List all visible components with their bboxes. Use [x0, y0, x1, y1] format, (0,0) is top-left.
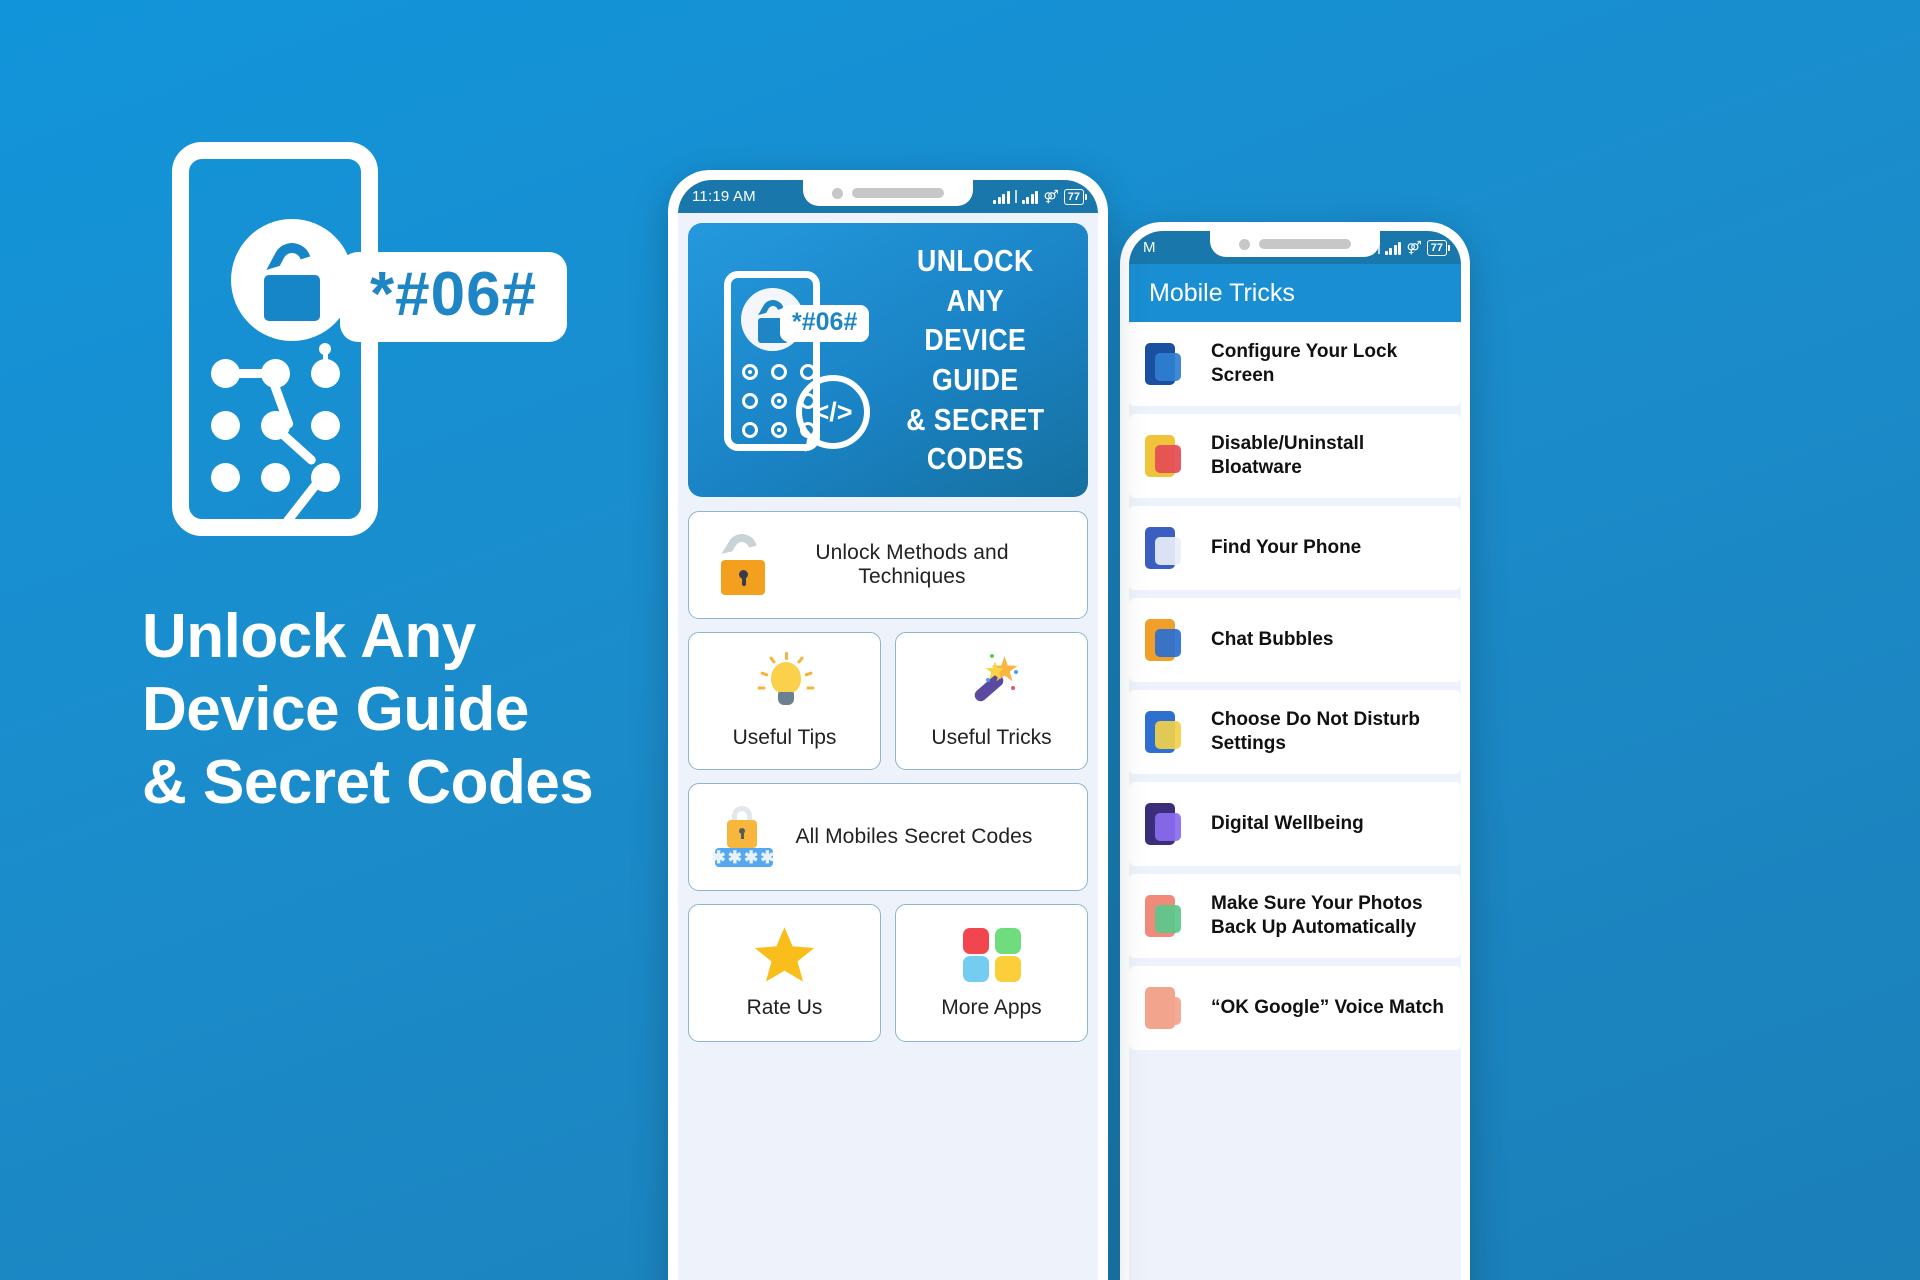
- signal-bars-icon-2: [1021, 190, 1039, 204]
- list-item[interactable]: “OK Google” Voice Match: [1129, 966, 1461, 1050]
- menu-label-useful-tips: Useful Tips: [732, 726, 837, 749]
- phone-magnifier-icon: [1139, 525, 1195, 571]
- app-grid-icon: [961, 926, 1023, 984]
- star-icon: [754, 926, 816, 984]
- hero-banner-code-bubble-icon: </>: [796, 375, 870, 449]
- promo-screenshot: *#06# Unlock Any Device Guide & Secret C…: [0, 0, 1920, 1280]
- chat-bubble-icon: [1139, 617, 1195, 663]
- list-item-label: Find Your Phone: [1211, 536, 1362, 558]
- front-camera-icon: [1239, 238, 1250, 250]
- list-item-label: Chat Bubbles: [1211, 628, 1334, 650]
- menu-row-rate-more: Rate Us More Apps: [688, 904, 1088, 1042]
- sim-card-icon: [1139, 341, 1195, 387]
- lightbulb-icon: [755, 652, 815, 714]
- menu-item-useful-tips[interactable]: Useful Tips: [688, 632, 881, 770]
- signal-bars-icon-2: [1384, 241, 1402, 255]
- menu-label-useful-tricks: Useful Tricks: [931, 726, 1052, 749]
- mobile-tricks-list[interactable]: Configure Your Lock Screen Disable/Uninst…: [1129, 322, 1461, 1050]
- battery-indicator: 77: [1063, 188, 1088, 205]
- flask-icon: ⚤: [1406, 240, 1422, 255]
- menu-item-more-apps[interactable]: More Apps: [895, 904, 1088, 1042]
- list-item-label: Configure Your Lock Screen: [1211, 340, 1398, 386]
- list-item[interactable]: Find Your Phone: [1129, 506, 1461, 590]
- background-phone-mockup: M ⚤ 77 Mobile Tricks Configure Your Lock…: [1120, 222, 1470, 1280]
- list-item[interactable]: Make Sure Your Photos Back Up Automatica…: [1129, 874, 1461, 958]
- menu-label-rate-us: Rate Us: [746, 996, 823, 1019]
- menu-item-unlock-methods[interactable]: Unlock Methods and Techniques: [688, 511, 1088, 619]
- foreground-phone-mockup: 11:19 AM ⚤ 77 *#06# </> UNLOCK ANY DEVIC…: [668, 170, 1108, 1280]
- app-hero-banner: *#06# </> UNLOCK ANY DEVICE GUIDE & SECR…: [688, 223, 1088, 497]
- gear-icon: [1139, 709, 1195, 755]
- menu-row-tips-tricks: Useful Tips Useful Tricks: [688, 632, 1088, 770]
- status-divider: [1377, 241, 1380, 254]
- list-item[interactable]: Disable/Uninstall Bloatware: [1129, 414, 1461, 498]
- magic-wand-icon: [962, 652, 1022, 714]
- list-item-label: Disable/Uninstall Bloatware: [1211, 432, 1365, 478]
- list-item[interactable]: Choose Do Not Disturb Settings: [1129, 690, 1461, 774]
- hero-pattern-lock-icon: [211, 359, 341, 528]
- foreground-phone-screen: 11:19 AM ⚤ 77 *#06# </> UNLOCK ANY DEVIC…: [678, 180, 1098, 1280]
- front-statusbar: 11:19 AM ⚤ 77: [678, 180, 1098, 213]
- front-status-time: 11:19 AM: [692, 188, 756, 205]
- open-padlock-icon: [715, 528, 771, 596]
- hero-lock-body: [264, 275, 331, 365]
- status-divider: [1014, 190, 1017, 203]
- background-phone-screen: M ⚤ 77 Mobile Tricks Configure Your Lock…: [1129, 231, 1461, 1280]
- back-app-title: Mobile Tricks: [1149, 278, 1295, 307]
- back-status-time: M: [1143, 239, 1156, 256]
- front-camera-icon: [832, 187, 843, 199]
- earpiece-speaker-icon: [1259, 239, 1351, 249]
- menu-label-more-apps: More Apps: [941, 996, 1042, 1019]
- photos-icon: [1139, 893, 1195, 939]
- list-item[interactable]: Digital Wellbeing: [1129, 782, 1461, 866]
- list-item-label: Choose Do Not Disturb Settings: [1211, 708, 1420, 754]
- asterisks-badge: ✱✱✱✱: [711, 848, 777, 867]
- list-item[interactable]: Configure Your Lock Screen: [1129, 322, 1461, 406]
- hero-banner-title: UNLOCK ANY DEVICE GUIDE & SECRET CODES: [888, 241, 1073, 479]
- menu-item-secret-codes[interactable]: ✱✱✱✱ All Mobiles Secret Codes: [688, 783, 1088, 891]
- earpiece-speaker-icon: [852, 188, 944, 198]
- hero-title-line-2: DEVICE GUIDE: [924, 322, 1027, 397]
- list-item-label: Digital Wellbeing: [1211, 812, 1364, 834]
- menu-item-rate-us[interactable]: Rate Us: [688, 904, 881, 1042]
- hero-lock-circle: [231, 219, 353, 365]
- hero-banner-code-badge: *#06#: [780, 305, 870, 342]
- flask-icon: ⚤: [1043, 189, 1059, 204]
- apps-stack-icon: [1139, 433, 1195, 479]
- menu-label-secret-codes: All Mobiles Secret Codes: [795, 825, 1033, 848]
- app-main-menu: Unlock Methods and Techniques Useful Tip…: [678, 507, 1098, 1065]
- back-app-header: Mobile Tricks: [1129, 264, 1461, 322]
- hero-title-line-1: UNLOCK ANY: [917, 242, 1034, 318]
- hero-title-line-3: & SECRET CODES: [906, 401, 1045, 477]
- wellbeing-icon: [1139, 801, 1195, 847]
- list-item[interactable]: Chat Bubbles: [1129, 598, 1461, 682]
- hero-banner-artwork: *#06# </>: [688, 223, 873, 497]
- menu-label-unlock-methods: Unlock Methods and Techniques: [815, 541, 1009, 588]
- list-item-label: Make Sure Your Photos Back Up Automatica…: [1211, 892, 1423, 938]
- signal-bars-icon: [993, 190, 1010, 204]
- menu-item-useful-tricks[interactable]: Useful Tricks: [895, 632, 1088, 770]
- voice-match-icon: [1139, 985, 1195, 1031]
- back-phone-notch: [1210, 231, 1380, 257]
- front-phone-notch: [803, 180, 973, 206]
- list-item-label: “OK Google” Voice Match: [1211, 996, 1444, 1018]
- front-status-icons: ⚤ 77: [993, 188, 1088, 205]
- hero-lock-keyhole: [319, 343, 331, 365]
- battery-indicator: 77: [1426, 239, 1451, 256]
- promo-code-badge: *#06#: [340, 252, 568, 342]
- back-statusbar: M ⚤ 77: [1129, 231, 1461, 264]
- padlock-asterisks-icon: ✱✱✱✱: [711, 804, 777, 870]
